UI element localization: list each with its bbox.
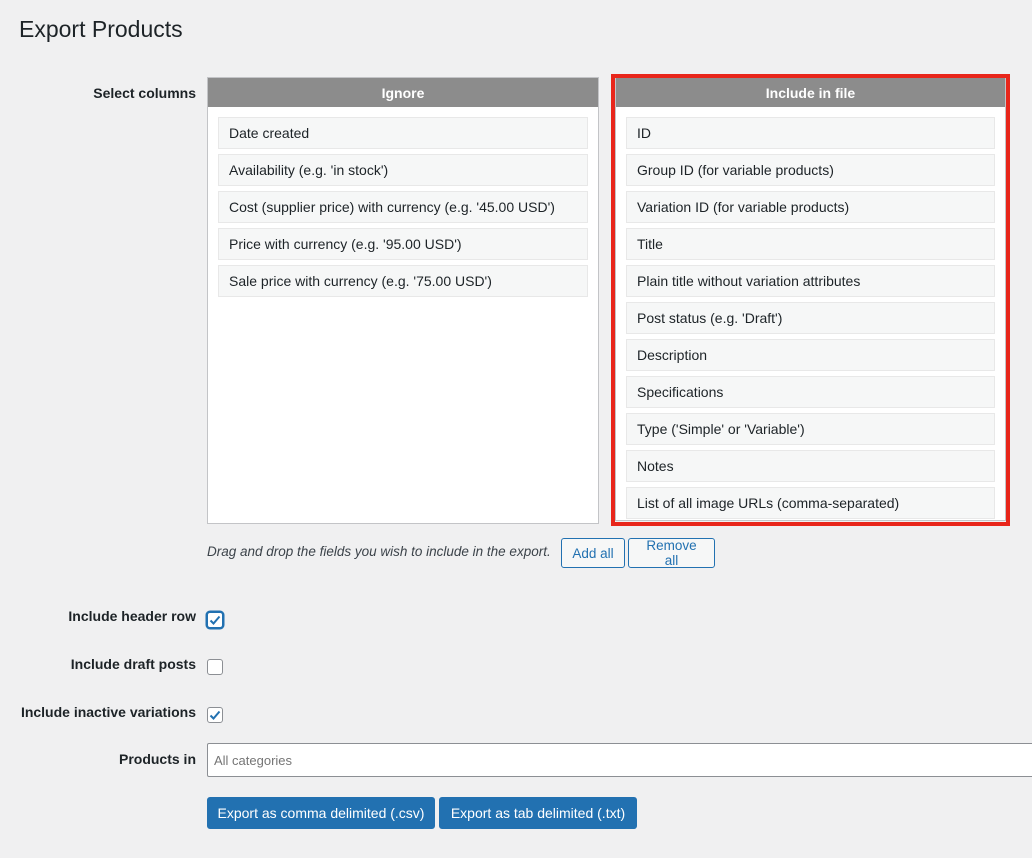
drag-drop-hint: Drag and drop the fields you wish to inc… [207, 544, 551, 559]
column-item[interactable]: Sale price with currency (e.g. '75.00 US… [218, 265, 588, 297]
include-draft-posts-checkbox[interactable] [207, 659, 223, 675]
remove-all-button[interactable]: Remove all [628, 538, 715, 568]
column-item[interactable]: Variation ID (for variable products) [626, 191, 995, 223]
checkmark-icon [209, 615, 221, 625]
category-select[interactable]: All categories [207, 743, 1032, 777]
column-item[interactable]: Group ID (for variable products) [626, 154, 995, 186]
column-item[interactable]: Price with currency (e.g. '95.00 USD') [218, 228, 588, 260]
include-inactive-variations-checkbox[interactable] [207, 707, 223, 723]
select-columns-label: Select columns [93, 85, 196, 101]
column-item[interactable]: List of all image URLs (comma-separated) [626, 487, 995, 519]
page-title: Export Products [19, 16, 183, 42]
column-item[interactable]: Title [626, 228, 995, 260]
include-inactive-variations-label: Include inactive variations [20, 704, 196, 720]
column-item[interactable]: Cost (supplier price) with currency (e.g… [218, 191, 588, 223]
export-txt-button[interactable]: Export as tab delimited (.txt) [439, 797, 637, 829]
column-item[interactable]: Notes [626, 450, 995, 482]
include-list[interactable]: ID Group ID (for variable products) Variat… [616, 107, 1005, 519]
ignore-panel: Ignore Date created Availability (e.g. 'i… [207, 77, 599, 524]
column-item[interactable]: Plain title without variation attributes [626, 265, 995, 297]
export-csv-button[interactable]: Export as comma delimited (.csv) [207, 797, 435, 829]
include-header-row-label: Include header row [68, 608, 196, 624]
ignore-panel-header: Ignore [208, 78, 598, 107]
checkmark-icon [209, 710, 221, 720]
column-item[interactable]: ID [626, 117, 995, 149]
column-item[interactable]: Type ('Simple' or 'Variable') [626, 413, 995, 445]
column-item[interactable]: Availability (e.g. 'in stock') [218, 154, 588, 186]
include-header-row-checkbox[interactable] [207, 612, 223, 628]
include-draft-posts-label: Include draft posts [70, 656, 196, 672]
products-in-label: Products in [118, 751, 196, 767]
column-item[interactable]: Specifications [626, 376, 995, 408]
column-item[interactable]: Date created [218, 117, 588, 149]
column-item[interactable]: Post status (e.g. 'Draft') [626, 302, 995, 334]
include-panel-header: Include in file [616, 78, 1005, 107]
add-all-button[interactable]: Add all [561, 538, 625, 568]
column-item[interactable]: Description [626, 339, 995, 371]
ignore-list[interactable]: Date created Availability (e.g. 'in stock… [208, 107, 598, 297]
include-panel: Include in file ID Group ID (for variable… [615, 77, 1006, 521]
